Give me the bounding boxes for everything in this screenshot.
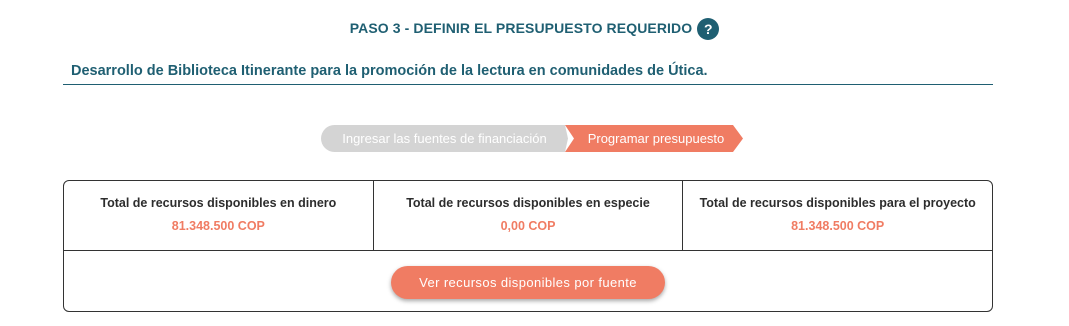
summary-cell-project: Total de recursos disponibles para el pr… bbox=[682, 181, 992, 250]
summary-cell-label: Total de recursos disponibles en dinero bbox=[100, 196, 337, 210]
summary-cells: Total de recursos disponibles en dinero … bbox=[64, 181, 992, 251]
summary-cell-in-kind: Total de recursos disponibles en especie… bbox=[372, 181, 683, 250]
summary-button-row: Ver recursos disponibles por fuente bbox=[64, 251, 992, 311]
summary-cell-label: Total de recursos disponibles en especie bbox=[406, 196, 650, 210]
project-title: Desarrollo de Biblioteca Itinerante para… bbox=[71, 63, 708, 79]
resources-summary: Total de recursos disponibles en dinero … bbox=[63, 180, 993, 312]
help-icon[interactable]: ? bbox=[697, 18, 720, 40]
summary-cell-value: 0,00 COP bbox=[500, 219, 556, 233]
step-funding-sources[interactable]: Ingresar las fuentes de financiación bbox=[321, 125, 568, 152]
step-program-budget[interactable]: Programar presupuesto bbox=[565, 125, 743, 152]
summary-cell-value: 81.348.500 COP bbox=[791, 219, 885, 233]
title-divider bbox=[63, 84, 993, 85]
summary-cell-value: 81.348.500 COP bbox=[171, 219, 265, 233]
budget-step-page: PASO 3 - DEFINIR EL PRESUPUESTO REQUERID… bbox=[0, 0, 1069, 326]
view-resources-by-source-button[interactable]: Ver recursos disponibles por fuente bbox=[391, 265, 665, 299]
step-header: PASO 3 - DEFINIR EL PRESUPUESTO REQUERID… bbox=[0, 17, 1069, 40]
budget-stepper: Ingresar las fuentes de financiación Pro… bbox=[321, 125, 743, 152]
summary-cell-money: Total de recursos disponibles en dinero … bbox=[64, 181, 373, 250]
summary-cell-label: Total de recursos disponibles para el pr… bbox=[699, 196, 976, 210]
step-title: PASO 3 - DEFINIR EL PRESUPUESTO REQUERID… bbox=[349, 20, 693, 36]
